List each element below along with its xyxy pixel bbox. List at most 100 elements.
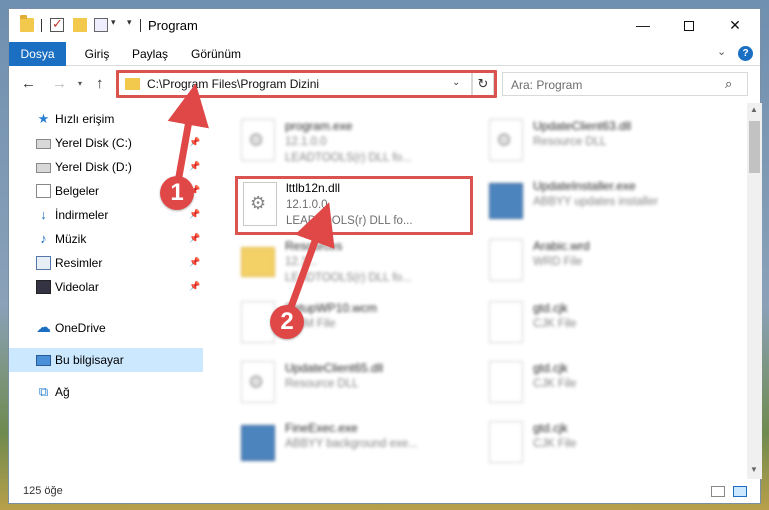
navigation-pane: ★ Hızlı erişim Yerel Disk (C:) 📌 Yerel D… bbox=[9, 103, 209, 477]
file-name: gtd.cjk bbox=[533, 421, 568, 435]
back-arrow-icon[interactable]: ← bbox=[21, 75, 36, 92]
list-item[interactable]: UpdateInstaller.exe ABBYY updates instal… bbox=[475, 171, 715, 231]
forward-arrow-icon[interactable]: → bbox=[52, 75, 67, 92]
sidebar-item-label: Hızlı erişim bbox=[55, 112, 115, 126]
file-icon bbox=[241, 361, 275, 403]
download-icon: ↓ bbox=[40, 207, 47, 222]
sidebar-item-label: İndirmeler bbox=[55, 208, 109, 222]
network-icon: ⧉ bbox=[38, 384, 49, 399]
window-title: Program bbox=[148, 18, 198, 33]
tab-view[interactable]: Görünüm bbox=[183, 42, 249, 66]
help-icon[interactable]: ? bbox=[738, 46, 753, 61]
highlighted-dll-file[interactable]: lttlb12n.dll 12.1.0.0 LEADTOOLS(r) DLL f… bbox=[235, 176, 473, 235]
scrollbar-thumb[interactable] bbox=[749, 121, 760, 173]
pin-icon: 📌 bbox=[189, 233, 201, 243]
drive-icon bbox=[36, 139, 51, 149]
file-name: program.exe bbox=[285, 119, 353, 133]
recent-locations-icon[interactable]: ▾ bbox=[78, 79, 82, 88]
file-detail: CJK File bbox=[533, 378, 577, 390]
sidebar-item-label: Belgeler bbox=[55, 184, 100, 198]
view-options-icon[interactable] bbox=[94, 18, 108, 32]
application-icon bbox=[489, 183, 523, 219]
list-item[interactable]: UpdateClient63.dll Resource DLL bbox=[475, 111, 715, 171]
documents-icon bbox=[36, 184, 51, 198]
vertical-scrollbar[interactable]: ▲ ▼ bbox=[747, 103, 762, 479]
new-folder-icon[interactable] bbox=[73, 18, 87, 32]
step-2-callout: 2 bbox=[270, 305, 304, 339]
file-name: UpdateInstaller.exe bbox=[533, 179, 636, 193]
file-name: Resources bbox=[285, 239, 343, 253]
properties-check-icon[interactable] bbox=[50, 16, 64, 32]
item-count: 125 öğe bbox=[23, 485, 63, 497]
list-item[interactable]: gtd.cjk CJK File bbox=[475, 353, 715, 413]
sidebar-item-network[interactable]: ⧉ Ağ bbox=[9, 380, 203, 404]
search-input[interactable]: Ara: Program ⌕ bbox=[502, 72, 748, 96]
sidebar-item-label: Müzik bbox=[55, 232, 87, 246]
list-item[interactable]: gtd.cjk CJK File bbox=[475, 413, 715, 473]
tiles-view-icon[interactable] bbox=[733, 486, 747, 497]
file-name: FineExec.exe bbox=[285, 421, 358, 435]
sidebar-item-local-disk-c[interactable]: Yerel Disk (C:) 📌 bbox=[9, 131, 203, 155]
file-detail: Resource DLL bbox=[533, 136, 607, 148]
dll-file-icon bbox=[243, 182, 277, 226]
tab-file[interactable]: Dosya bbox=[9, 42, 66, 66]
sidebar-item-label: Yerel Disk (C:) bbox=[55, 136, 132, 150]
tab-home[interactable]: Giriş bbox=[74, 42, 120, 66]
navigation-bar: ← → ▾ ↑ C:\Program Files\Program Dizini … bbox=[9, 67, 760, 101]
file-detail: Resource DLL bbox=[285, 378, 359, 390]
sidebar-item-pictures[interactable]: Resimler 📌 bbox=[9, 251, 203, 275]
sidebar-item-music[interactable]: ♪ Müzik 📌 bbox=[9, 227, 203, 251]
chevron-down-icon[interactable]: ▾ bbox=[111, 17, 116, 28]
file-list: program.exe 12.1.0.0 LEADTOOLS(r) DLL fo… bbox=[217, 103, 741, 475]
close-button[interactable]: ✕ bbox=[712, 9, 758, 41]
sidebar-item-label: OneDrive bbox=[55, 321, 106, 335]
file-name: UpdateClient65.dll bbox=[285, 361, 384, 375]
file-name: Arabic.wrd bbox=[533, 239, 590, 253]
sidebar-item-quick-access[interactable]: ★ Hızlı erişim bbox=[9, 107, 203, 131]
tab-share[interactable]: Paylaş bbox=[126, 42, 174, 66]
status-bar: 125 öğe bbox=[9, 479, 760, 503]
file-icon bbox=[241, 119, 275, 161]
list-item[interactable]: FineExec.exe ABBYY background exe... bbox=[227, 413, 467, 473]
file-version: 12.1.0.0 bbox=[286, 199, 328, 211]
list-item[interactable]: UpdateClient65.dll Resource DLL bbox=[227, 353, 467, 413]
file-detail: LEADTOOLS(r) DLL fo... bbox=[285, 152, 412, 164]
minimize-button[interactable]: — bbox=[620, 9, 666, 41]
pin-icon: 📌 bbox=[189, 209, 201, 219]
list-item[interactable]: SetupWP10.wcm WCM File bbox=[227, 293, 467, 353]
step-1-callout: 1 bbox=[160, 176, 194, 210]
star-icon: ★ bbox=[37, 111, 50, 126]
sidebar-item-onedrive[interactable]: ☁ OneDrive bbox=[9, 316, 203, 340]
list-item[interactable]: Arabic.wrd WRD File bbox=[475, 231, 715, 291]
pictures-icon bbox=[36, 256, 51, 270]
pin-icon: 📌 bbox=[189, 281, 201, 291]
maximize-button[interactable] bbox=[666, 9, 712, 41]
file-name: gtd.cjk bbox=[533, 301, 568, 315]
list-item[interactable]: program.exe 12.1.0.0 LEADTOOLS(r) DLL fo… bbox=[227, 111, 467, 171]
folder-icon bbox=[241, 247, 275, 277]
pin-icon: 📌 bbox=[189, 161, 201, 171]
cloud-icon: ☁ bbox=[36, 319, 51, 336]
sidebar-item-this-pc[interactable]: Bu bilgisayar bbox=[9, 348, 203, 372]
music-icon: ♪ bbox=[40, 231, 47, 246]
list-item[interactable]: Resources 12.1... LEADTOOLS(r) DLL fo... bbox=[227, 231, 467, 291]
file-description: LEADTOOLS(r) DLL fo... bbox=[286, 215, 413, 227]
file-name: lttlb12n.dll bbox=[286, 181, 341, 195]
ribbon-tabs: Dosya Giriş Paylaş Görünüm ⌄ ? bbox=[9, 42, 760, 66]
up-arrow-icon[interactable]: ↑ bbox=[96, 75, 104, 92]
expand-ribbon-icon[interactable]: ⌄ bbox=[717, 45, 726, 58]
file-icon bbox=[489, 239, 523, 281]
list-item[interactable]: gtd.cjk CJK File bbox=[475, 293, 715, 353]
scroll-down-icon[interactable]: ▼ bbox=[750, 465, 758, 474]
file-icon bbox=[489, 119, 523, 161]
file-detail: 12.1.0.0 bbox=[285, 136, 327, 148]
scroll-up-icon[interactable]: ▲ bbox=[750, 105, 758, 114]
computer-icon bbox=[36, 355, 51, 366]
videos-icon bbox=[36, 280, 51, 294]
sidebar-item-label: Yerel Disk (D:) bbox=[55, 160, 132, 174]
customize-toolbar-icon[interactable]: ▾ bbox=[127, 17, 132, 28]
file-detail: ABBYY background exe... bbox=[285, 438, 418, 450]
details-view-icon[interactable] bbox=[711, 486, 725, 497]
sidebar-item-label: Videolar bbox=[55, 280, 99, 294]
sidebar-item-videos[interactable]: Videolar 📌 bbox=[9, 275, 203, 299]
